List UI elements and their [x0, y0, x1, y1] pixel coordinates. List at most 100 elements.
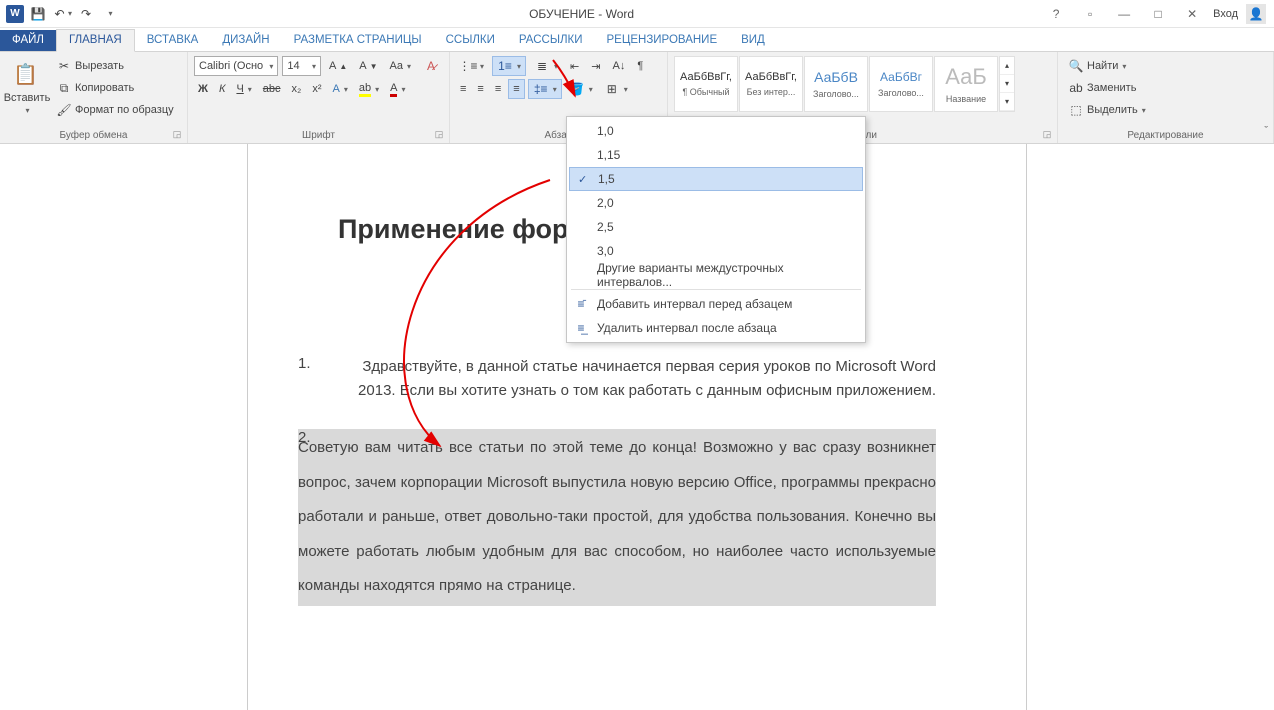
find-button[interactable]: 🔍Найти▾ [1064, 56, 1267, 76]
ribbon-display-button[interactable]: ▫ [1077, 4, 1103, 24]
clear-format-button[interactable]: A̷ [419, 56, 443, 76]
line-spacing-icon: ‡≡ [533, 81, 549, 97]
multilevel-icon: ≣ [534, 58, 550, 74]
replace-button[interactable]: abЗаменить [1064, 78, 1267, 98]
undo-button[interactable]: ↶▾ [52, 4, 72, 24]
tab-file[interactable]: ФАЙЛ [0, 30, 56, 51]
bold-button[interactable]: Ж [194, 79, 212, 99]
font-name-combo[interactable]: Calibri (Осно▾ [194, 56, 278, 76]
tab-mailings[interactable]: РАССЫЛКИ [507, 30, 595, 51]
paragraph-2-selected: Советую вам читать все статьи по этой те… [298, 429, 936, 606]
shading-button[interactable]: 🪣▾ [565, 79, 597, 99]
font-size-combo[interactable]: 14▾ [282, 56, 321, 76]
paste-label: Вставить [4, 92, 51, 104]
format-painter-button[interactable]: 🖌Формат по образцу [52, 100, 178, 120]
bullets-icon: ⋮≡ [460, 58, 476, 74]
help-button[interactable]: ? [1043, 4, 1069, 24]
spacing-115[interactable]: 1,15 [567, 143, 865, 167]
menu-separator [571, 289, 861, 290]
titlebar-right: ? ▫ — □ ✕ Вход 👤 [1043, 4, 1274, 24]
select-icon: ⬚ [1068, 102, 1084, 118]
clipboard-launcher[interactable]: ◲ [171, 129, 183, 141]
tab-review[interactable]: РЕЦЕНЗИРОВАНИЕ [595, 30, 730, 51]
styles-more[interactable]: ▴▾▾ [999, 56, 1015, 112]
styles-launcher[interactable]: ◲ [1041, 129, 1053, 141]
spacing-remove-after[interactable]: ≡̲Удалить интервал после абзаца [567, 316, 865, 340]
maximize-button[interactable]: □ [1145, 4, 1171, 24]
style-nospacing[interactable]: АаБбВвГг,Без интер... [739, 56, 803, 112]
spacing-10[interactable]: 1,0 [567, 119, 865, 143]
bucket-icon: 🪣 [569, 81, 585, 97]
redo-icon: ↷ [78, 6, 94, 22]
font-color-button[interactable]: A▾ [386, 79, 409, 99]
strike-button[interactable]: abc [259, 79, 285, 99]
document-list: Здравствуйте, в данной статье начинается… [338, 355, 936, 606]
align-right-button[interactable]: ≡ [491, 79, 505, 99]
numbering-button[interactable]: 1≡▾ [492, 56, 526, 76]
tab-layout[interactable]: РАЗМЕТКА СТРАНИЦЫ [282, 30, 434, 51]
numbering-icon: 1≡ [497, 58, 513, 74]
copy-button[interactable]: ⧉Копировать [52, 78, 178, 98]
borders-button[interactable]: ⊞▾ [600, 79, 632, 99]
group-font: Calibri (Осно▾ 14▾ A▲ A▼ Aa▾ A̷ Ж К Ч▾ a… [188, 52, 450, 143]
align-left-button[interactable]: ≡ [456, 79, 470, 99]
justify-button[interactable]: ≡ [508, 79, 524, 99]
font-launcher[interactable]: ◲ [433, 129, 445, 141]
minimize-button[interactable]: — [1111, 4, 1137, 24]
spacing-more[interactable]: Другие варианты междустрочных интервалов… [567, 263, 865, 287]
decrease-indent-button[interactable]: ⇤ [566, 56, 583, 76]
highlight-button[interactable]: ab▾ [355, 79, 383, 99]
change-case-button[interactable]: Aa▾ [386, 56, 415, 76]
spacing-20[interactable]: 2,0 [567, 191, 865, 215]
paste-icon: 📋 [13, 62, 41, 90]
login-label[interactable]: Вход [1213, 8, 1238, 20]
replace-icon: ab [1068, 80, 1084, 96]
style-normal[interactable]: АаБбВвГг,¶ Обычный [674, 56, 738, 112]
save-button[interactable]: 💾 [28, 4, 48, 24]
ribbon-tabs: ФАЙЛ ГЛАВНАЯ ВСТАВКА ДИЗАЙН РАЗМЕТКА СТР… [0, 28, 1274, 52]
superscript-button[interactable]: x² [308, 79, 325, 99]
collapse-ribbon-button[interactable]: ˇ [1264, 125, 1268, 137]
styles-gallery: АаБбВвГг,¶ Обычный АаБбВвГг,Без интер...… [674, 56, 1015, 112]
shrink-font-button[interactable]: A▼ [355, 56, 381, 76]
italic-button[interactable]: К [215, 79, 229, 99]
bullets-button[interactable]: ⋮≡▾ [456, 56, 488, 76]
remove-space-icon: ≡̲ [573, 321, 589, 335]
tab-insert[interactable]: ВСТАВКА [135, 30, 211, 51]
add-space-icon: ≡̄ [573, 297, 589, 311]
multilevel-button[interactable]: ≣▾ [530, 56, 562, 76]
tab-home[interactable]: ГЛАВНАЯ [56, 29, 135, 52]
paste-button[interactable]: 📋 Вставить ▾ [6, 56, 48, 120]
style-title[interactable]: АаБНазвание [934, 56, 998, 112]
cut-icon: ✂ [56, 58, 72, 74]
window-title: ОБУЧЕНИЕ - Word [120, 7, 1043, 21]
list-item: Советую вам читать все статьи по этой те… [338, 429, 936, 606]
increase-indent-button[interactable]: ⇥ [587, 56, 604, 76]
user-avatar-icon[interactable]: 👤 [1246, 4, 1266, 24]
subscript-button[interactable]: x₂ [288, 79, 306, 99]
style-heading1[interactable]: АаБбВЗаголово... [804, 56, 868, 112]
redo-button[interactable]: ↷ [76, 4, 96, 24]
qat-customize-button[interactable]: ▾ [100, 4, 120, 24]
line-spacing-button[interactable]: ‡≡▾ [528, 79, 562, 99]
grow-font-button[interactable]: A▲ [325, 56, 351, 76]
show-marks-button[interactable]: ¶ [633, 56, 647, 76]
list-item: Здравствуйте, в данной статье начинается… [338, 355, 936, 403]
tab-design[interactable]: ДИЗАЙН [210, 30, 281, 51]
underline-button[interactable]: Ч▾ [232, 79, 255, 99]
align-center-button[interactable]: ≡ [473, 79, 487, 99]
spacing-25[interactable]: 2,5 [567, 215, 865, 239]
spacing-add-before[interactable]: ≡̄Добавить интервал перед абзацем [567, 292, 865, 316]
spacing-15[interactable]: 1,5 [569, 167, 863, 191]
spacing-30[interactable]: 3,0 [567, 239, 865, 263]
text-effects-button[interactable]: A▾ [329, 79, 352, 99]
select-button[interactable]: ⬚Выделить▾ [1064, 100, 1267, 120]
group-font-label: Шрифт◲ [194, 128, 443, 141]
sort-button[interactable]: A↓ [608, 56, 629, 76]
tab-references[interactable]: ССЫЛКИ [434, 30, 507, 51]
tab-view[interactable]: ВИД [729, 30, 777, 51]
cut-button[interactable]: ✂Вырезать [52, 56, 178, 76]
copy-icon: ⧉ [56, 80, 72, 96]
close-button[interactable]: ✕ [1179, 4, 1205, 24]
style-heading2[interactable]: АаБбВгЗаголово... [869, 56, 933, 112]
